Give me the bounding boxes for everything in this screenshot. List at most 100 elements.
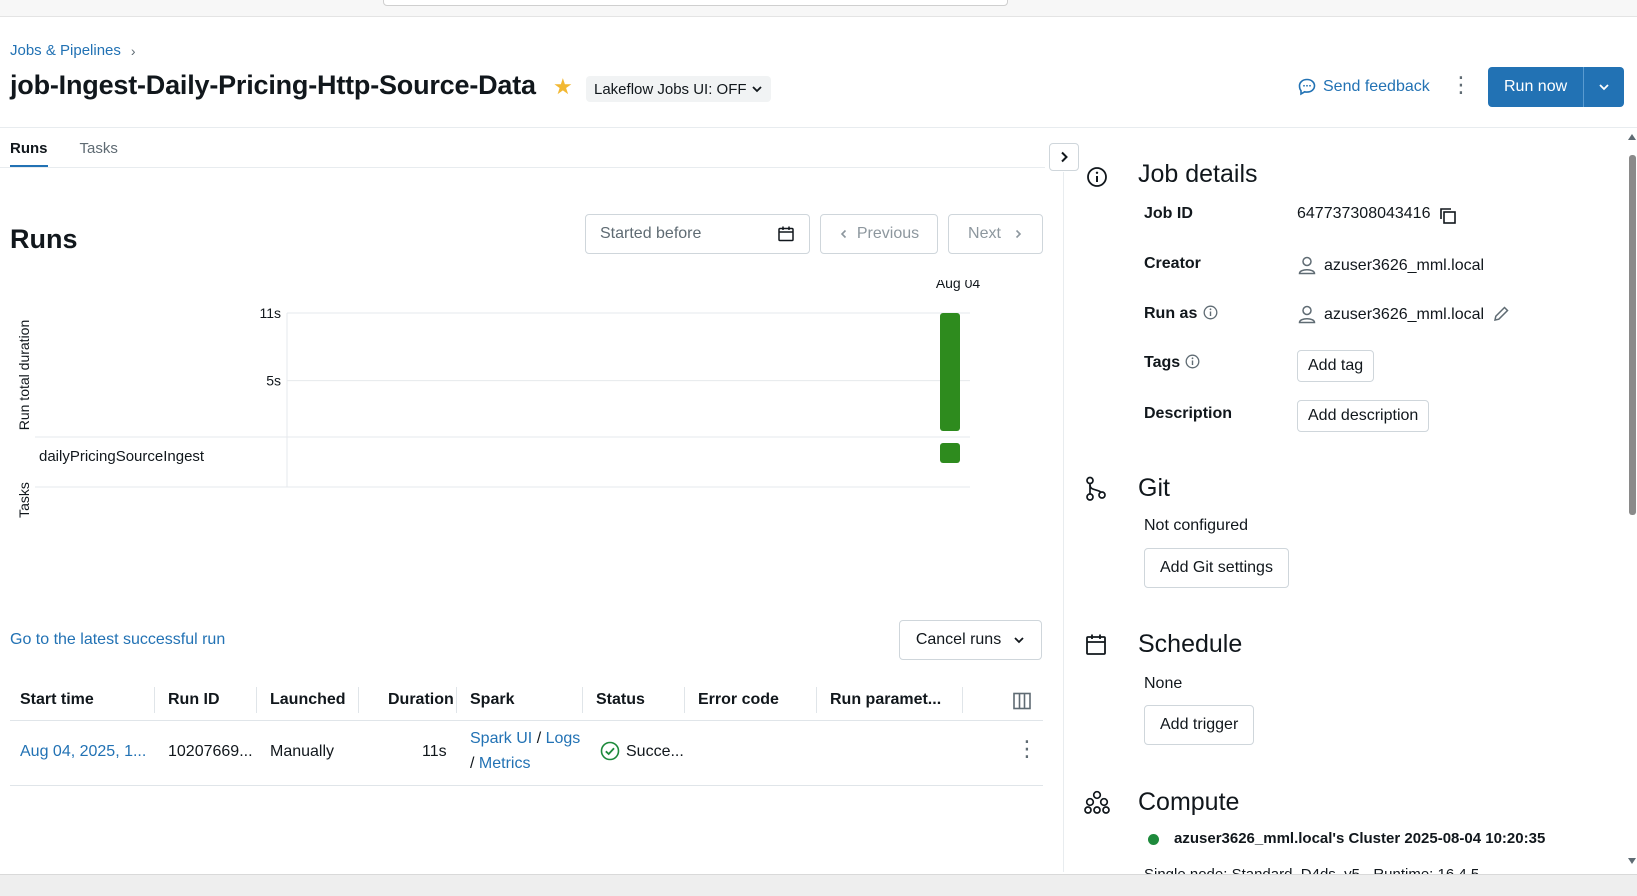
user-icon [1298,256,1316,275]
info-small-icon[interactable] [1185,354,1200,369]
page-title: job-Ingest-Daily-Pricing-Http-Source-Dat… [10,70,536,100]
col-run-parameters[interactable]: Run paramet... [830,691,941,709]
chevron-down-icon [1014,637,1024,644]
x-tick-label: Aug 04 [936,280,981,291]
metrics-link[interactable]: Metrics [479,755,531,772]
col-status[interactable]: Status [596,691,645,709]
tab-tasks[interactable]: Tasks [80,140,118,168]
info-small-icon[interactable] [1203,305,1218,320]
task-name: dailyPricingSourceIngest [39,448,205,465]
info-icon [1087,167,1107,187]
collapse-panel-button[interactable] [1049,143,1079,171]
spark-ui-link[interactable]: Spark UI [470,730,532,747]
copy-icon[interactable] [1438,206,1458,226]
schedule-status: None [1144,675,1183,692]
lakeflow-toggle-label: Lakeflow Jobs UI: OFF [594,80,747,98]
schedule-title: Schedule [1138,630,1243,658]
column-divider [256,687,257,713]
column-divider [684,687,685,713]
add-git-settings-button[interactable]: Add Git settings [1144,548,1289,588]
top-search-input[interactable] [383,0,1008,6]
breadcrumb: Jobs & Pipelines › [10,42,136,59]
tab-runs[interactable]: Runs [10,140,48,168]
user-icon [1298,305,1316,324]
run-as-label: Run as [1144,305,1198,322]
run-now-dropdown[interactable] [1584,67,1625,107]
send-feedback-button[interactable]: Send feedback [1297,77,1430,97]
add-trigger-button[interactable]: Add trigger [1144,705,1255,745]
header-divider [0,127,1637,128]
add-tag-button[interactable]: Add tag [1297,350,1375,382]
git-icon [1086,476,1106,501]
run-as-value: azuser3626_mml.local [1324,306,1485,323]
success-check-icon [600,741,620,761]
run-status: Succe... [626,743,684,760]
right-panel-scrollbar[interactable] [1627,130,1637,870]
column-divider [358,687,359,713]
tab-divider [0,167,1045,168]
cancel-runs-button[interactable]: Cancel runs [899,620,1042,660]
cancel-runs-label: Cancel runs [915,631,1002,648]
chevron-right-icon [1015,229,1022,239]
add-description-button[interactable]: Add description [1297,400,1430,432]
git-title: Git [1138,474,1170,502]
cluster-detail: Single node: Standard_D4ds_v5 · Runtime:… [1144,866,1479,874]
column-divider [582,687,583,713]
row-kebab-icon[interactable]: ⋮ [1016,738,1038,760]
chat-bubble-icon [1298,78,1316,96]
run-duration: 11s [422,743,447,760]
run-start-time-link[interactable]: Aug 04, 2025, 1... [20,743,146,761]
description-label: Description [1144,405,1233,422]
col-launched[interactable]: Launched [270,691,346,709]
table-row: Aug 04, 2025, 1... 10207669... Manually … [10,722,1043,786]
run-launched: Manually [270,743,335,760]
latest-successful-run-link[interactable]: Go to the latest successful run [10,631,225,649]
git-status: Not configured [1144,517,1249,534]
columns-settings-icon[interactable] [1012,691,1032,711]
chevron-down-icon [1599,84,1609,91]
compute-title: Compute [1138,788,1240,816]
edit-pencil-icon[interactable] [1492,305,1510,323]
col-start-time[interactable]: Start time [20,691,94,709]
logs-link[interactable]: Logs [546,730,581,747]
run-now-button[interactable]: Run now [1488,67,1585,107]
calendar-icon [778,226,794,242]
tags-label: Tags [1144,354,1181,371]
runs-table-header: Start time Run ID Launched Duration Spar… [10,683,1043,721]
chevron-down-icon [751,86,762,93]
col-error-code[interactable]: Error code [698,691,779,709]
col-duration[interactable]: Duration [388,691,454,709]
column-divider [456,687,457,713]
compute-cluster-icon [1084,790,1110,814]
cluster-name[interactable]: azuser3626_mml.local's Cluster 2025-08-0… [1174,830,1545,847]
y-tick-label: 5s [266,373,281,389]
task-status-cell [940,443,960,463]
link-separator: / [470,755,475,772]
col-spark[interactable]: Spark [470,691,514,709]
job-id-value: 647737308043416 [1297,205,1431,222]
previous-label: Previous [856,225,920,242]
tab-bar: Runs Tasks [10,140,118,168]
tasks-axis-title: Tasks [16,482,32,518]
col-run-id[interactable]: Run ID [168,691,220,709]
column-divider [154,687,155,713]
creator-value: azuser3626_mml.local [1324,257,1485,274]
cluster-status-dot [1148,834,1159,845]
job-details-title: Job details [1138,160,1258,188]
column-divider [816,687,817,713]
lakeflow-toggle[interactable]: Lakeflow Jobs UI: OFF [586,76,771,102]
star-icon[interactable]: ★ [553,74,573,100]
duration-bar [940,313,960,431]
next-button[interactable]: Next [948,214,1043,254]
chevron-right-icon: › [130,42,136,59]
started-before-field[interactable]: Started before [585,214,810,254]
next-label: Next [968,225,1001,242]
breadcrumb-jobs-pipelines[interactable]: Jobs & Pipelines [10,42,121,59]
started-before-placeholder: Started before [600,225,702,242]
runs-duration-chart: Run total duration Tasks 11s 5s Aug 04 dailyP… [16,280,981,518]
previous-button[interactable]: Previous [820,214,938,254]
more-options-icon[interactable]: ⋮ [1450,74,1472,96]
runs-heading: Runs [10,224,78,254]
chevron-right-icon [1061,151,1068,163]
job-id-label: Job ID [1144,205,1193,222]
